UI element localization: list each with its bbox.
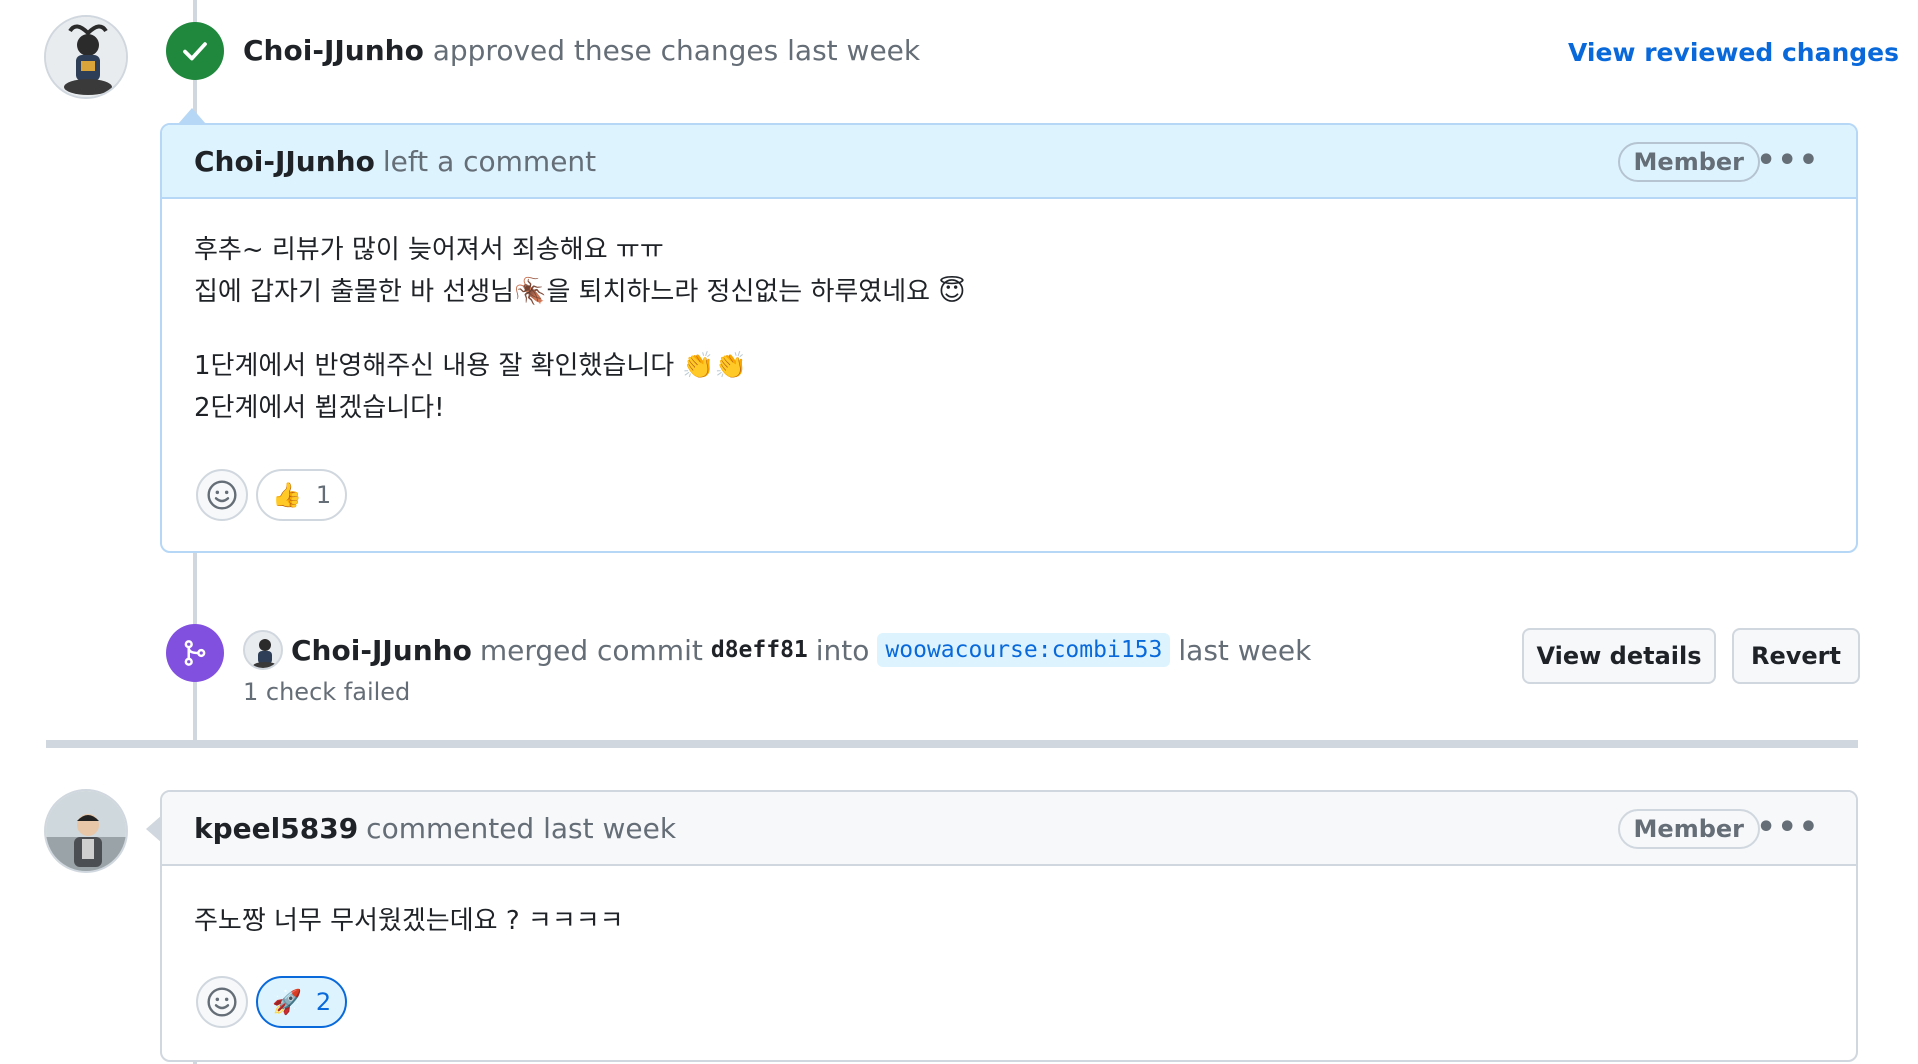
- timeline-separator: [46, 740, 1858, 748]
- commit-sha-link[interactable]: d8eff81: [711, 637, 808, 663]
- more-options-icon[interactable]: •••: [1756, 813, 1820, 843]
- user-avatar-image: [46, 17, 126, 97]
- check-icon: [183, 42, 207, 61]
- view-reviewed-changes-link[interactable]: View reviewed changes: [1568, 38, 1899, 67]
- comment-author-link[interactable]: Choi-JJunho: [194, 145, 375, 178]
- merge-author-link[interactable]: Choi-JJunho: [291, 634, 472, 667]
- comment-action: commented last week: [366, 811, 677, 845]
- rocket-reaction[interactable]: 🚀 2: [256, 976, 348, 1028]
- comment-body: 후추~ 리뷰가 많이 늦어져서 죄송해요 ㅠㅠ 집에 갑자기 출몰한 바 선생님…: [194, 229, 965, 429]
- comment-header: kpeel5839 commented last week Member •••: [162, 792, 1856, 866]
- smiley-icon: [207, 987, 237, 1017]
- comment-action: left a comment: [382, 144, 597, 178]
- merge-into: into: [815, 633, 870, 667]
- more-options-icon[interactable]: •••: [1756, 146, 1820, 176]
- user-avatar-image: [46, 791, 126, 871]
- reaction-count: 2: [315, 988, 332, 1016]
- rocket-icon: 🚀: [272, 988, 302, 1016]
- comment-header: Choi-JJunho left a comment Member •••: [162, 125, 1856, 199]
- merge-time[interactable]: last week: [1178, 634, 1311, 667]
- merge-summary: Choi-JJunho merged commit d8eff81 into w…: [243, 630, 1311, 670]
- avatar[interactable]: [44, 15, 128, 99]
- comment-body: 주노짱 너무 무서웠겠는데요 ? ㅋㅋㅋㅋ: [194, 906, 624, 936]
- view-details-button[interactable]: View details: [1522, 628, 1716, 684]
- revert-button[interactable]: Revert: [1732, 628, 1860, 684]
- add-reaction-button[interactable]: [196, 469, 248, 521]
- member-badge: Member: [1617, 142, 1760, 182]
- thumbs-up-reaction[interactable]: 👍 1: [256, 469, 348, 521]
- thumbs-up-icon: 👍: [272, 481, 302, 509]
- review-summary: Choi-JJunho approved these changes last …: [243, 34, 920, 67]
- smiley-icon: [207, 480, 237, 510]
- comment-line: 후추~ 리뷰가 많이 늦어져서 죄송해요 ㅠㅠ: [194, 235, 664, 265]
- review-time[interactable]: last week: [787, 34, 920, 67]
- approved-check-badge: [166, 22, 224, 80]
- comment-author-link[interactable]: kpeel5839: [194, 812, 358, 845]
- review-action: approved these changes: [432, 34, 779, 67]
- comment-line: 2단계에서 뵙겠습니다!: [194, 393, 445, 423]
- avatar[interactable]: [44, 789, 128, 873]
- check-status[interactable]: 1 check failed: [243, 678, 410, 706]
- review-comment-card: Choi-JJunho left a comment Member ••• 후추…: [160, 123, 1858, 553]
- branch-name-link[interactable]: woowacourse:combi153: [877, 633, 1171, 667]
- member-badge: Member: [1617, 809, 1760, 849]
- small-avatar-image: [253, 639, 277, 668]
- comment-card: kpeel5839 commented last week Member •••…: [160, 790, 1858, 1062]
- small-avatar[interactable]: [243, 630, 283, 670]
- comment-line: 집에 갑자기 출몰한 바 선생님🪳을 퇴치하느라 정신없는 하루였네요 😇: [194, 277, 966, 307]
- merged-badge: [166, 624, 224, 682]
- add-reaction-button[interactable]: [196, 976, 248, 1028]
- card-pointer: [178, 108, 206, 124]
- git-merge-icon: [184, 640, 206, 666]
- review-author-link[interactable]: Choi-JJunho: [243, 34, 424, 67]
- merge-action: merged commit: [479, 633, 703, 667]
- reaction-count: 1: [315, 481, 332, 509]
- comment-line: 1단계에서 반영해주신 내용 잘 확인했습니다 👏👏: [194, 351, 748, 381]
